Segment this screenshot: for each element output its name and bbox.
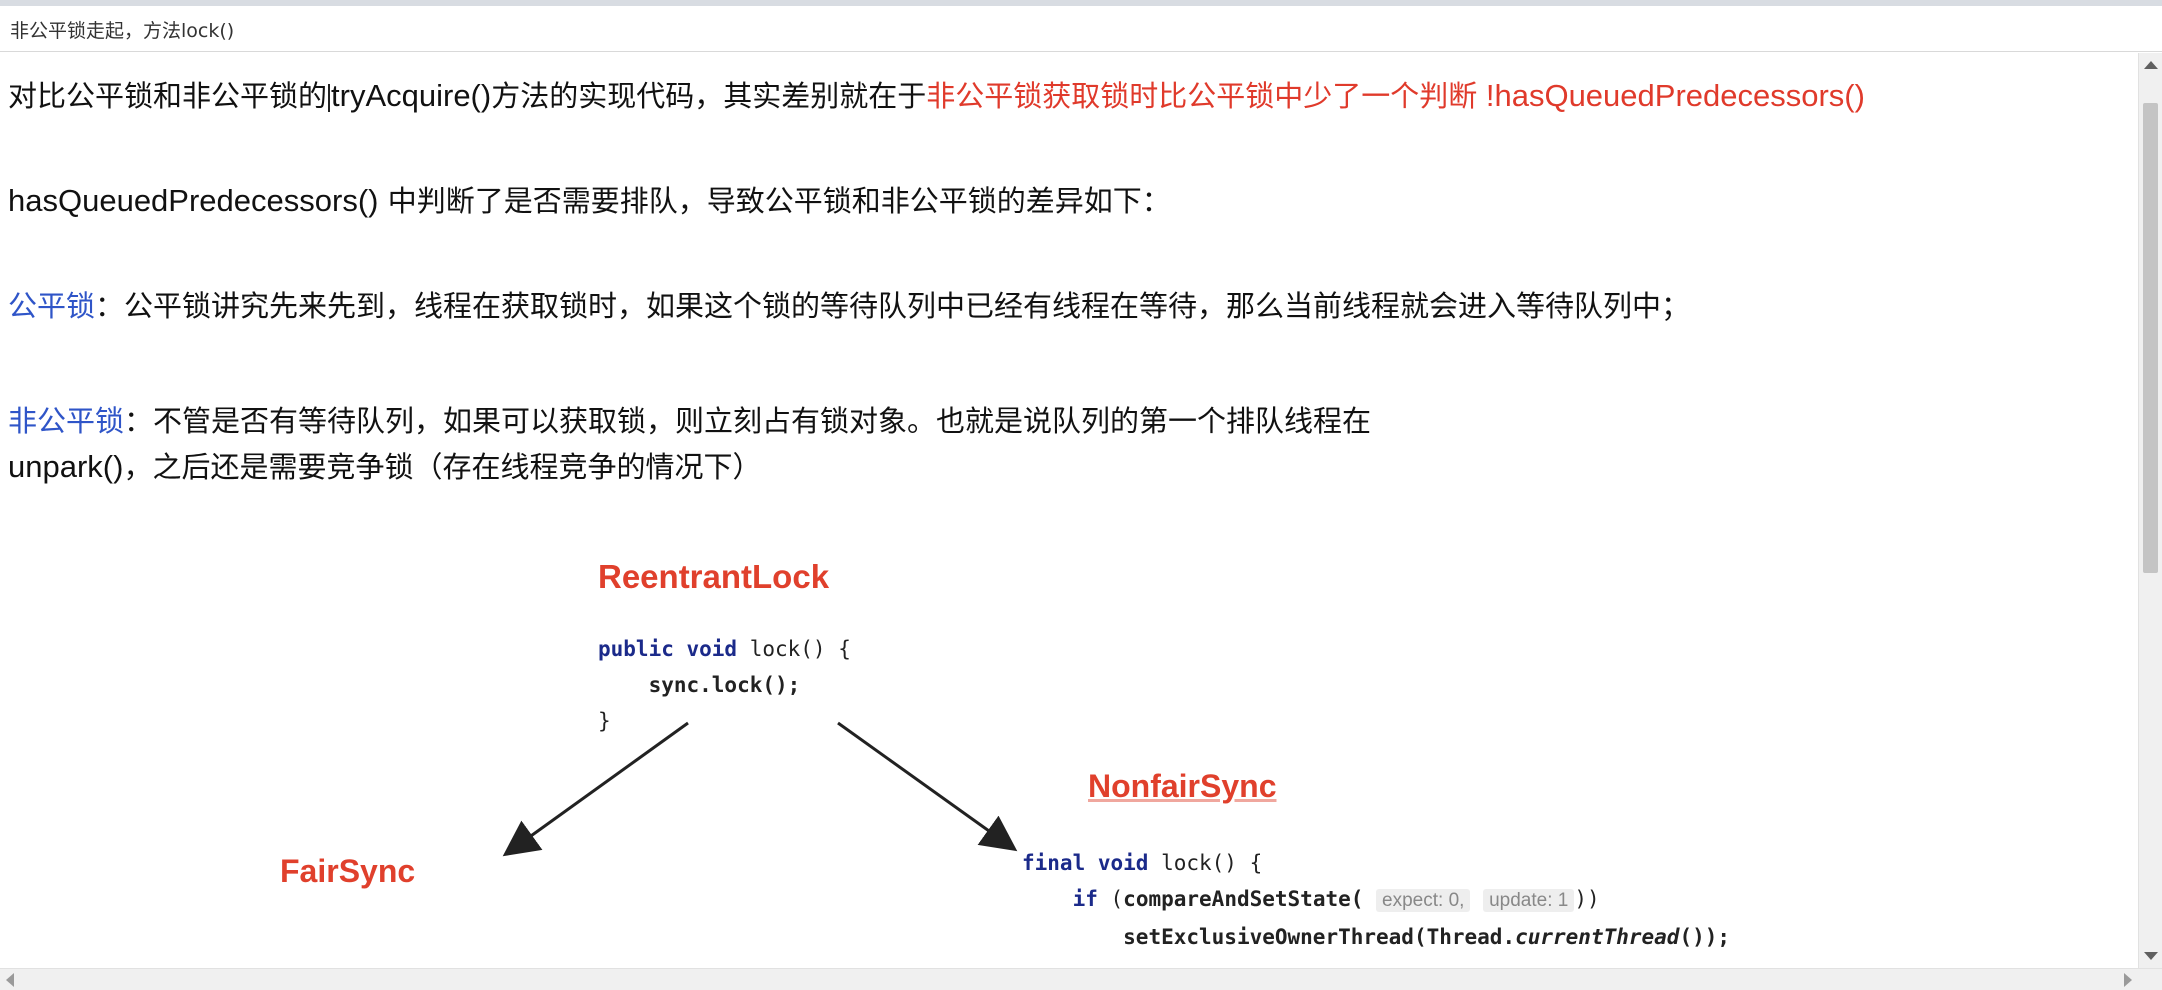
document-title: 非公平锁走起，方法lock() xyxy=(10,20,235,42)
scroll-right-icon[interactable] xyxy=(2124,973,2132,987)
scroll-left-icon[interactable] xyxy=(6,973,14,987)
nonfair-l3-italic: currentThread xyxy=(1515,925,1680,949)
arrow-to-nonfairsync xyxy=(837,721,1018,852)
figure-arrows xyxy=(502,721,1018,857)
nonfair-l3-a: setExclusiveOwnerThread(Thread. xyxy=(1123,925,1516,949)
scroll-up-icon[interactable] xyxy=(2144,61,2158,69)
title-bar: 非公平锁走起，方法lock() xyxy=(0,6,2162,52)
nonfair-l3-b: ()); xyxy=(1679,925,1731,949)
horizontal-scrollbar[interactable] xyxy=(0,968,2162,990)
param-hint-expect: expect: 0, xyxy=(1376,889,1471,912)
nonfair-l2-if: if xyxy=(1072,887,1098,911)
nonfair-l2-end: )) xyxy=(1574,887,1600,911)
scroll-down-icon[interactable] xyxy=(2144,952,2158,960)
fairsync-title: FairSync xyxy=(280,853,416,889)
param-hint-update: update: 1 xyxy=(1483,889,1575,912)
arrow-to-fairsync xyxy=(502,721,689,857)
nonfairsync-title: NonfairSync xyxy=(1088,768,1277,804)
nonfair-l2-paren: ( xyxy=(1097,887,1124,911)
vertical-scroll-thumb[interactable] xyxy=(2143,103,2158,573)
document-content: 对比公平锁和非公平锁的 tryAcquire()方法的实现代码，其实差别就在于非公… xyxy=(0,53,2138,968)
nonfair-l1-rest: lock() { xyxy=(1148,851,1263,875)
vertical-scrollbar[interactable] xyxy=(2138,53,2162,968)
nonfairsync-code: final void lock() { if (compareAndSetSta… xyxy=(1022,845,1730,955)
nonfair-l1-keywords: final void xyxy=(1022,851,1149,875)
nonfair-l2-method: compareAndSetState( xyxy=(1123,887,1364,911)
